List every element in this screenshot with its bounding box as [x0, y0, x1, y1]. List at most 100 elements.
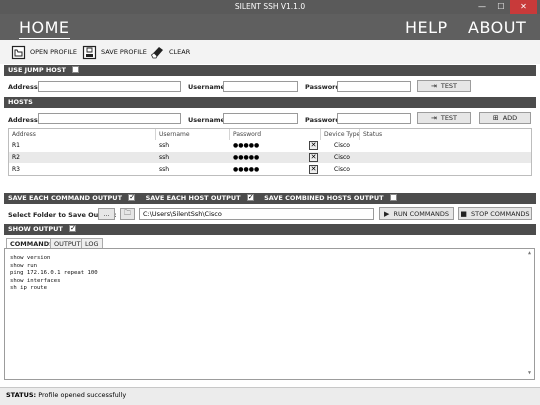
- header-nav: HOME HELP ABOUT: [0, 14, 540, 40]
- jump-test-label: TEST: [440, 82, 458, 90]
- jump-password-input[interactable]: [337, 81, 411, 92]
- command-line: show interfaces: [10, 277, 61, 284]
- browse-folder-button[interactable]: ...: [98, 208, 115, 220]
- tab-output[interactable]: OUTPUT: [50, 238, 85, 248]
- col-device-type[interactable]: Device Type: [321, 129, 360, 140]
- status-label: STATUS:: [6, 391, 37, 399]
- scroll-down-icon[interactable]: ▼: [526, 370, 533, 378]
- table-row[interactable]: R3 ssh ●●●●● Cisco ✕: [9, 164, 531, 175]
- use-jump-host-checkbox[interactable]: [72, 65, 80, 73]
- add-host-button[interactable]: ⊞ ADD: [479, 112, 531, 124]
- output-path-input[interactable]: C:\Users\SilentSsh\Cisco: [139, 208, 374, 220]
- cell-status: [366, 140, 496, 151]
- show-output-label: SHOW OUTPUT: [8, 225, 63, 233]
- save-icon: [82, 45, 97, 60]
- jump-address-label: Address:: [8, 83, 41, 91]
- cell-status: [366, 152, 496, 163]
- status-bar: STATUS: Profile opened successfully: [0, 387, 540, 405]
- save-profile-button[interactable]: SAVE PROFILE: [82, 43, 147, 61]
- maximize-button[interactable]: ☐: [492, 0, 510, 14]
- save-profile-label: SAVE PROFILE: [101, 48, 147, 56]
- col-username[interactable]: Username: [156, 129, 230, 140]
- add-host-label: ADD: [502, 114, 518, 122]
- show-output-bar: SHOW OUTPUT: [4, 223, 536, 235]
- clear-button[interactable]: CLEAR: [150, 43, 190, 61]
- cell-username: ssh: [159, 166, 170, 173]
- scroll-up-icon[interactable]: ▲: [526, 250, 533, 258]
- host-test-button[interactable]: ⇥ TEST: [417, 112, 471, 124]
- save-each-host-label: SAVE EACH HOST OUTPUT: [145, 194, 241, 202]
- col-status[interactable]: Status: [360, 129, 495, 140]
- col-address[interactable]: Address: [9, 129, 156, 140]
- window-title: SILENT SSH V1.1.0: [234, 2, 306, 11]
- vertical-scrollbar[interactable]: ▲ ▼: [526, 250, 533, 378]
- status-text: Profile opened successfully: [38, 391, 127, 399]
- cell-username: ssh: [159, 142, 170, 149]
- clear-label: CLEAR: [169, 48, 191, 56]
- jump-username-input[interactable]: [223, 81, 298, 92]
- cell-device-type: Cisco: [334, 166, 350, 173]
- open-profile-button[interactable]: OPEN PROFILE: [11, 43, 77, 61]
- commands-textarea[interactable]: show version show run ping 172.16.0.1 repe…: [4, 248, 535, 380]
- host-username-input[interactable]: [223, 113, 298, 124]
- add-icon: ⊞: [492, 114, 499, 122]
- save-each-command-label: SAVE EACH COMMAND OUTPUT: [8, 194, 123, 202]
- cell-address: R2: [12, 154, 20, 161]
- open-folder-button[interactable]: 🗀: [120, 208, 135, 220]
- nav-about[interactable]: ABOUT: [468, 18, 526, 37]
- command-line: show run: [10, 262, 37, 269]
- stop-commands-label: STOP COMMANDS: [471, 209, 530, 218]
- login-icon: ⇥: [430, 82, 437, 90]
- col-password[interactable]: Password: [230, 129, 321, 140]
- jump-username-label: Username:: [188, 83, 228, 91]
- nav-help[interactable]: HELP: [405, 18, 448, 37]
- jump-host-header: USE JUMP HOST: [4, 65, 536, 76]
- host-address-input[interactable]: [38, 113, 181, 124]
- cell-device-type: Cisco: [334, 142, 350, 149]
- toolbar: OPEN PROFILE SAVE PROFILE CLEAR: [0, 40, 540, 64]
- stop-commands-button[interactable]: ■ STOP COMMANDS: [458, 207, 532, 220]
- eraser-icon: [150, 45, 165, 60]
- cell-password: ●●●●●: [233, 154, 260, 161]
- remove-host-icon[interactable]: ✕: [309, 153, 318, 162]
- table-row[interactable]: R1 ssh ●●●●● Cisco ✕: [9, 140, 531, 151]
- host-test-label: TEST: [440, 114, 458, 122]
- run-commands-label: RUN COMMANDS: [393, 209, 449, 218]
- hosts-title: HOSTS: [8, 98, 33, 106]
- nav-home[interactable]: HOME: [19, 18, 70, 39]
- cell-address: R1: [12, 142, 20, 149]
- save-options-bar: SAVE EACH COMMAND OUTPUT SAVE EACH HOST …: [4, 192, 536, 204]
- close-button[interactable]: ✕: [510, 0, 537, 14]
- save-each-command-checkbox[interactable]: [128, 192, 136, 203]
- command-line: ping 172.16.0.1 repeat 100: [10, 270, 98, 277]
- cell-password: ●●●●●: [233, 166, 260, 173]
- title-bar: SILENT SSH V1.1.0 — ☐ ✕: [0, 0, 540, 14]
- table-row[interactable]: R2 ssh ●●●●● Cisco ✕: [9, 152, 531, 163]
- host-password-input[interactable]: [337, 113, 411, 124]
- remove-host-icon[interactable]: ✕: [309, 165, 318, 174]
- login-icon: ⇥: [430, 114, 437, 122]
- save-combined-checkbox[interactable]: [389, 193, 397, 201]
- command-line: sh ip route: [10, 285, 48, 292]
- run-commands-button[interactable]: ▶ RUN COMMANDS: [379, 207, 454, 220]
- jump-host-title: USE JUMP HOST: [8, 66, 66, 74]
- host-address-label: Address:: [8, 116, 41, 124]
- cell-device-type: Cisco: [334, 154, 350, 161]
- cell-address: R3: [12, 166, 20, 173]
- folder-open-icon: [11, 45, 26, 60]
- stop-icon: ■: [460, 209, 468, 218]
- cell-status: [366, 164, 496, 175]
- save-combined-label: SAVE COMBINED HOSTS OUTPUT: [264, 194, 384, 202]
- jump-test-button[interactable]: ⇥ TEST: [417, 80, 471, 92]
- tab-log[interactable]: LOG: [81, 238, 103, 248]
- hosts-table: Address Username Password Device Type St…: [8, 128, 532, 176]
- minimize-button[interactable]: —: [473, 0, 491, 14]
- cell-username: ssh: [159, 154, 170, 161]
- remove-host-icon[interactable]: ✕: [309, 141, 318, 150]
- play-icon: ▶: [384, 209, 390, 218]
- command-line: show version: [10, 255, 51, 261]
- jump-address-input[interactable]: [38, 81, 181, 92]
- save-each-host-checkbox[interactable]: [246, 192, 254, 203]
- show-output-checkbox[interactable]: [69, 223, 77, 234]
- folder-icon: 🗀: [124, 208, 131, 217]
